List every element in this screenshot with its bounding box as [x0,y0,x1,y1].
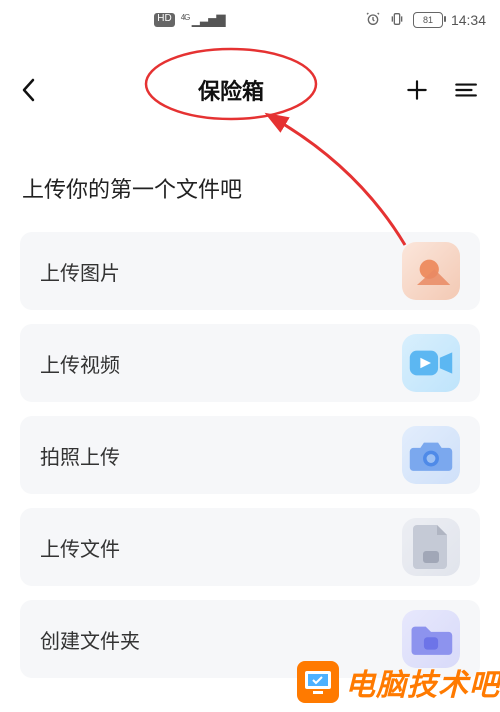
create-folder-row[interactable]: 创建文件夹 [20,600,480,678]
folder-icon [402,610,460,668]
video-icon [402,334,460,392]
upload-image-row[interactable]: 上传图片 [20,232,480,310]
page-title: 保险箱 [198,74,264,106]
camera-icon [402,426,460,484]
hd-icon: HD [154,13,174,27]
file-icon [402,518,460,576]
clock-text: 14:34 [451,12,486,28]
annotation-arrow [240,110,420,250]
empty-prompt: 上传你的第一个文件吧 [22,172,242,204]
alarm-icon [365,11,381,30]
image-icon [402,242,460,300]
back-button[interactable] [20,70,60,110]
row-label: 上传文件 [40,533,402,562]
battery-icon: 81 [413,12,443,28]
take-photo-row[interactable]: 拍照上传 [20,416,480,494]
row-label: 创建文件夹 [40,625,402,654]
add-button[interactable] [402,75,432,105]
upload-video-row[interactable]: 上传视频 [20,324,480,402]
row-label: 拍照上传 [40,441,402,470]
status-left: HD 4G ▁▃▅▇ [14,13,365,27]
menu-button[interactable] [450,75,480,105]
status-bar: HD 4G ▁▃▅▇ 81 14:34 [0,0,500,40]
action-list: 上传图片 上传视频 拍照上传 上传文件 [20,232,480,678]
header: 保险箱 [0,60,500,120]
row-label: 上传视频 [40,349,402,378]
row-label: 上传图片 [40,257,402,286]
upload-file-row[interactable]: 上传文件 [20,508,480,586]
vibrate-icon [389,11,405,30]
network-icon: 4G ▁▃▅▇ [181,13,225,27]
status-right: 81 14:34 [365,11,486,30]
